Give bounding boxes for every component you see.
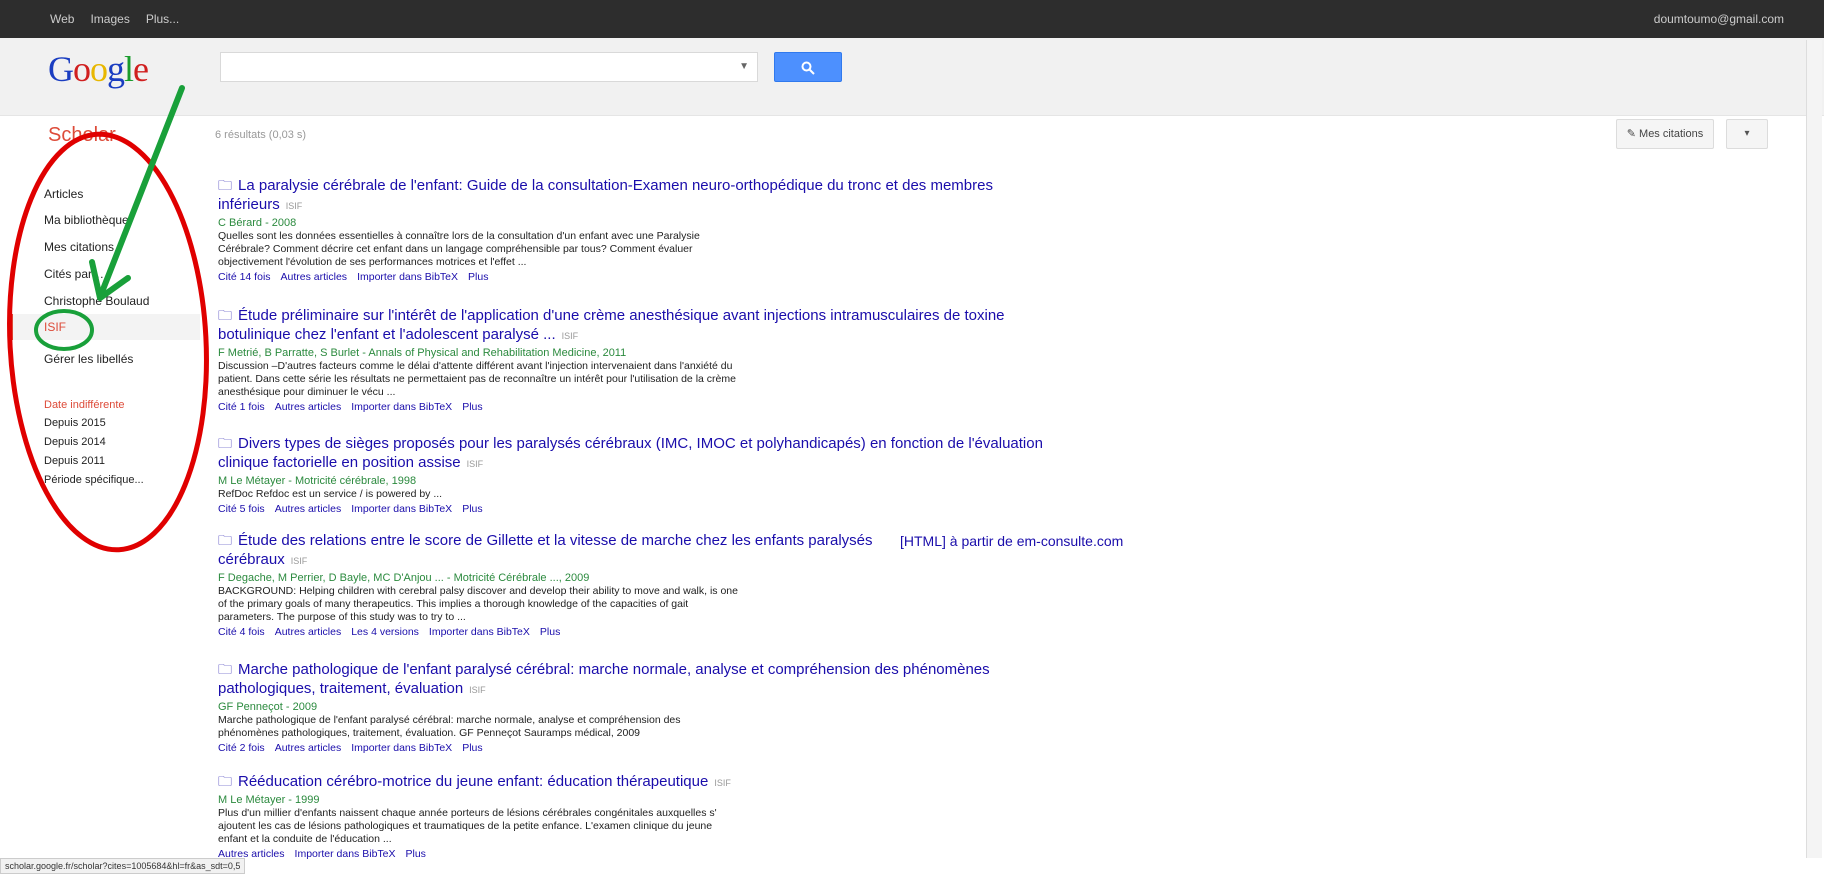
import-bibtex-link[interactable]: Importer dans BibTeX (351, 401, 452, 413)
result-item: 🗀 Divers types de sièges proposés pour le… (218, 434, 1078, 515)
related-articles-link[interactable]: Autres articles (275, 503, 342, 515)
sidebar-item-library[interactable]: Ma bibliothèque (44, 213, 129, 227)
date-filter-2011[interactable]: Depuis 2011 (44, 455, 105, 467)
cited-by-link[interactable]: Cité 4 fois (218, 626, 265, 638)
result-authors: F Metrié, B Parratte, S Burlet - Annals … (218, 347, 627, 359)
sidebar-item-cited-by[interactable]: Cités par… (44, 267, 104, 281)
result-label: ISIF (469, 685, 486, 695)
related-articles-link[interactable]: Autres articles (275, 626, 342, 638)
result-count: 6 résultats (0,03 s) (215, 129, 307, 141)
sidebar-item-articles[interactable]: Articles (44, 187, 83, 201)
more-link[interactable]: Plus (462, 503, 482, 515)
related-articles-link[interactable]: Autres articles (275, 742, 342, 754)
result-label: ISIF (466, 459, 484, 469)
import-bibtex-link[interactable]: Importer dans BibTeX (295, 848, 396, 860)
folder-icon[interactable]: 🗀 (218, 532, 232, 548)
search-input[interactable]: ▼ (220, 52, 758, 82)
cited-by-link[interactable]: Cité 14 fois (218, 271, 271, 283)
sidebar-item-manage-labels[interactable]: Gérer les libellés (44, 352, 133, 366)
more-link[interactable]: Plus (468, 271, 488, 283)
my-citations-button[interactable]: ✎ Mes citations (1616, 119, 1714, 149)
result-title[interactable]: Marche pathologique de l'enfant paralysé… (218, 661, 990, 697)
result-snippet: Plus d'un millier d'enfants naissent cha… (218, 807, 717, 845)
google-topbar: Web Images Plus... doumtoumo@gmail.com (0, 0, 1824, 38)
pencil-icon: ✎ (1626, 128, 1640, 140)
folder-icon[interactable]: 🗀 (218, 773, 232, 789)
folder-icon[interactable]: 🗀 (218, 661, 232, 677)
import-bibtex-link[interactable]: Importer dans BibTeX (351, 503, 452, 515)
folder-icon[interactable]: 🗀 (218, 307, 232, 323)
cited-by-link[interactable]: Cité 1 fois (218, 401, 265, 413)
topbar-link-images[interactable]: Images (90, 12, 129, 26)
date-filter-custom[interactable]: Période spécifique... (44, 474, 144, 486)
sidebar-item-label-isif[interactable]: ISIF (44, 320, 66, 334)
result-item: 🗀 Rééducation cérébro-motrice du jeune en… (218, 772, 1078, 860)
folder-icon[interactable]: 🗀 (218, 435, 232, 451)
google-logo[interactable]: Google (48, 48, 149, 90)
result-snippet: Discussion –D'autres facteurs comme le d… (218, 360, 736, 398)
result-title[interactable]: Étude préliminaire sur l'intérêt de l'ap… (218, 307, 1005, 343)
result-title[interactable]: Divers types de sièges proposés pour les… (218, 435, 1043, 471)
selected-label-highlight (10, 314, 200, 340)
more-options-button[interactable]: ▾ (1726, 119, 1768, 149)
search-icon (801, 61, 815, 76)
result-title[interactable]: Étude des relations entre le score de Gi… (218, 532, 873, 568)
result-authors: GF Penneçot - 2009 (218, 701, 318, 713)
import-bibtex-link[interactable]: Importer dans BibTeX (429, 626, 530, 638)
more-link[interactable]: Plus (406, 848, 426, 860)
search-header: Google ▼ (0, 38, 1824, 116)
result-authors: M Le Métayer - 1999 (218, 794, 320, 806)
result-snippet: Marche pathologique de l'enfant paralysé… (218, 714, 681, 739)
result-item: 🗀 La paralysie cérébrale de l'enfant: Gui… (218, 176, 1078, 283)
dropdown-arrow-icon[interactable]: ▼ (739, 61, 749, 72)
result-authors: M Le Métayer - Motricité cérébrale, 1998 (218, 475, 417, 487)
result-item: 🗀 Marche pathologique de l'enfant paralys… (218, 660, 1078, 754)
html-source-link[interactable]: [HTML] à partir de em-consulte.com (900, 533, 1123, 549)
topbar-link-web[interactable]: Web (50, 12, 74, 26)
import-bibtex-link[interactable]: Importer dans BibTeX (351, 742, 452, 754)
related-articles-link[interactable]: Autres articles (281, 271, 348, 283)
date-filter-2014[interactable]: Depuis 2014 (44, 436, 106, 448)
status-bar-url: scholar.google.fr/scholar?cites=1005684&… (0, 858, 246, 874)
result-label: ISIF (285, 201, 303, 211)
sidebar-item-label-person[interactable]: Christophe Boulaud (44, 294, 149, 308)
result-authors: F Degache, M Perrier, D Bayle, MC D'Anjo… (218, 572, 590, 584)
red-circle-annotation (7, 131, 209, 553)
result-snippet: RefDoc Refdoc est un service / is powere… (218, 488, 443, 500)
import-bibtex-link[interactable]: Importer dans BibTeX (357, 271, 458, 283)
more-link[interactable]: Plus (540, 626, 560, 638)
search-button[interactable] (774, 52, 842, 82)
result-title[interactable]: Rééducation cérébro-motrice du jeune enf… (238, 773, 708, 790)
related-articles-link[interactable]: Autres articles (275, 401, 342, 413)
folder-icon[interactable]: 🗀 (218, 177, 232, 193)
topbar-link-more[interactable]: Plus... (146, 12, 179, 26)
result-authors: C Bérard - 2008 (218, 217, 297, 229)
result-snippet: BACKGROUND: Helping children with cerebr… (218, 585, 738, 623)
scholar-subheader: Scholar 6 résultats (0,03 s) ✎ Mes citat… (0, 116, 1824, 156)
vertical-scrollbar[interactable] (1806, 40, 1822, 858)
topbar-links: Web Images Plus... (50, 12, 179, 26)
result-label: ISIF (714, 778, 731, 788)
date-filter-2015[interactable]: Depuis 2015 (44, 417, 106, 429)
cited-by-link[interactable]: Cité 2 fois (218, 742, 265, 754)
account-email[interactable]: doumtoumo@gmail.com (1654, 12, 1784, 26)
more-link[interactable]: Plus (462, 401, 482, 413)
result-label: ISIF (561, 331, 579, 341)
sidebar-item-my-citations[interactable]: Mes citations (44, 240, 114, 254)
my-citations-label: Mes citations (1639, 128, 1704, 140)
versions-link[interactable]: Les 4 versions (351, 626, 419, 638)
more-link[interactable]: Plus (462, 742, 482, 754)
result-label: ISIF (290, 556, 308, 566)
result-item: 🗀 Étude préliminaire sur l'intérêt de l'a… (218, 306, 1078, 413)
date-filter-header[interactable]: Date indifférente (44, 399, 125, 411)
cited-by-link[interactable]: Cité 5 fois (218, 503, 265, 515)
result-title[interactable]: La paralysie cérébrale de l'enfant: Guid… (218, 177, 993, 213)
scholar-title[interactable]: Scholar (48, 124, 116, 147)
result-snippet: Quelles sont les données essentielles à … (218, 230, 700, 268)
